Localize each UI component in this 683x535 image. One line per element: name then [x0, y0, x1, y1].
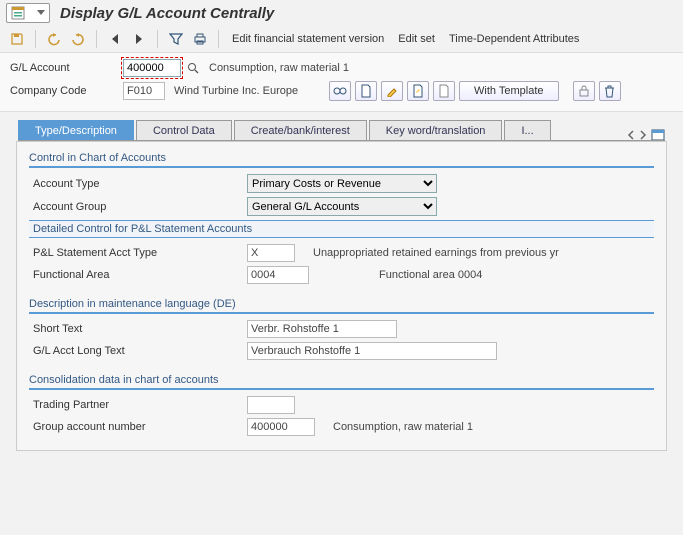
group-control-chart-accounts: Control in Chart of Accounts Account Typ…: [29, 152, 654, 284]
gl-account-input[interactable]: [123, 59, 181, 77]
app-toolbar: Edit financial statement version Edit se…: [0, 26, 683, 52]
pl-statement-type-value: X: [247, 244, 295, 262]
create-button[interactable]: [355, 81, 377, 101]
company-code-label: Company Code: [10, 85, 118, 97]
delete-button[interactable]: [599, 81, 621, 101]
account-group-label: Account Group: [33, 201, 247, 213]
group-account-number-value: 400000: [247, 418, 315, 436]
group-description-language: Description in maintenance language (DE)…: [29, 298, 654, 360]
next-button[interactable]: [130, 30, 148, 48]
trash-icon: [604, 85, 615, 98]
edit-set-link[interactable]: Edit set: [394, 31, 439, 47]
document-pencil-icon: [412, 84, 424, 98]
long-text-value: Verbrauch Rohstoffe 1: [247, 342, 497, 360]
divider: [35, 30, 36, 48]
functional-area-label: Functional Area: [33, 269, 247, 281]
company-code-desc: Wind Turbine Inc. Europe: [174, 85, 324, 97]
transaction-menu-button[interactable]: [6, 3, 50, 23]
account-type-select[interactable]: Primary Costs or Revenue: [247, 174, 437, 193]
pl-statement-type-label: P&L Statement Acct Type: [33, 247, 247, 259]
lock-icon: [579, 85, 589, 97]
edit-button[interactable]: [381, 81, 403, 101]
tab-more[interactable]: I...: [504, 120, 550, 141]
short-text-label: Short Text: [33, 323, 247, 335]
group-title: Control in Chart of Accounts: [29, 152, 654, 164]
blank-document-icon: [438, 84, 450, 98]
tab-type-description[interactable]: Type/Description: [18, 120, 134, 141]
print-button[interactable]: [191, 30, 209, 48]
trading-partner-value: [247, 396, 295, 414]
short-text-value: Verbr. Rohstoffe 1: [247, 320, 397, 338]
long-text-label: G/L Acct Long Text: [33, 345, 247, 357]
gl-account-desc: Consumption, raw material 1: [209, 62, 349, 74]
title-bar: Display G/L Account Centrally: [0, 0, 683, 26]
tab-scroll-right[interactable]: [639, 130, 647, 140]
divider: [218, 30, 219, 48]
tab-control-data[interactable]: Control Data: [136, 120, 232, 141]
account-group-select[interactable]: General G/L Accounts: [247, 197, 437, 216]
group-account-number-label: Group account number: [33, 421, 247, 433]
pencil-icon: [386, 85, 398, 97]
app-icon: [11, 6, 25, 20]
with-template-button[interactable]: With Template: [459, 81, 559, 101]
gl-account-search-button[interactable]: [186, 60, 200, 77]
group-consolidation-data: Consolidation data in chart of accounts …: [29, 374, 654, 436]
document-icon: [360, 84, 372, 98]
edit-fsv-link[interactable]: Edit financial statement version: [228, 31, 388, 47]
functional-area-desc: Functional area 0004: [379, 269, 482, 281]
redo-button[interactable]: [69, 30, 87, 48]
save-button[interactable]: [8, 30, 26, 48]
lock-button[interactable]: [573, 81, 595, 101]
functional-area-value: 0004: [247, 266, 309, 284]
trading-partner-label: Trading Partner: [33, 399, 247, 411]
company-code-value: F010: [123, 82, 165, 100]
undo-button[interactable]: [45, 30, 63, 48]
copy-button[interactable]: [407, 81, 429, 101]
page-title: Display G/L Account Centrally: [60, 5, 274, 22]
time-dep-link[interactable]: Time-Dependent Attributes: [445, 31, 583, 47]
gl-account-label: G/L Account: [10, 62, 118, 74]
tab-panel-type-description: Control in Chart of Accounts Account Typ…: [16, 141, 667, 451]
account-type-label: Account Type: [33, 178, 247, 190]
tab-scroll-left[interactable]: [627, 130, 635, 140]
divider: [96, 30, 97, 48]
dropdown-arrow-icon: [37, 10, 45, 16]
pl-statement-type-desc: Unappropriated retained earnings from pr…: [313, 247, 559, 259]
tab-strip: Type/Description Control Data Create/ban…: [0, 120, 683, 141]
group-account-number-desc: Consumption, raw material 1: [333, 421, 473, 433]
header-fields: G/L Account Consumption, raw material 1 …: [0, 52, 683, 112]
tab-create-bank-interest[interactable]: Create/bank/interest: [234, 120, 367, 141]
sub-group-title: Detailed Control for P&L Statement Accou…: [29, 220, 654, 238]
group-title: Consolidation data in chart of accounts: [29, 374, 654, 386]
group-title: Description in maintenance language (DE): [29, 298, 654, 310]
glasses-icon: [333, 86, 347, 96]
display-button[interactable]: [329, 81, 351, 101]
filter-button[interactable]: [167, 30, 185, 48]
divider: [157, 30, 158, 48]
tab-keyword-translation[interactable]: Key word/translation: [369, 120, 503, 141]
prev-button[interactable]: [106, 30, 124, 48]
new-doc-button[interactable]: [433, 81, 455, 101]
